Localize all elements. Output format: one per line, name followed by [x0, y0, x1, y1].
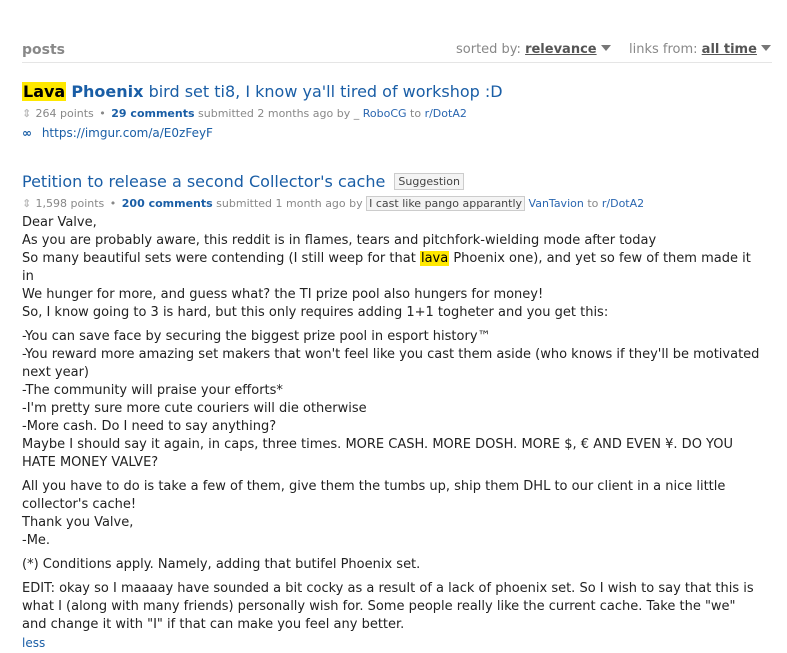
body-line: All you have to do is take a few of them…	[22, 479, 726, 512]
posts-header: posts sorted by: relevance links from: a…	[22, 36, 772, 63]
author-link[interactable]: VanTavion	[529, 197, 584, 210]
body-line: We hunger for more, and guess what? the …	[22, 287, 544, 302]
body-line: So many beautiful sets were contending (…	[22, 251, 751, 284]
post-meta: ⇕ 1,598 points • 200 comments submitted …	[22, 196, 645, 212]
subreddit-link[interactable]: r/DotA2	[602, 197, 644, 210]
submitted-text: submitted 1 month ago by	[216, 197, 363, 210]
author-link[interactable]: RoboCG	[363, 107, 407, 120]
highlight-term: lava	[419, 251, 450, 266]
body-line: EDIT: okay so I maaaay have sounded a bi…	[22, 581, 754, 632]
author-prefix: _	[353, 107, 360, 120]
body-line: Thank you Valve,	[22, 515, 134, 530]
post-body: Dear Valve, As you are probably aware, t…	[22, 214, 762, 653]
link-flair: Suggestion	[394, 173, 464, 190]
time-filter-dropdown[interactable]: links from: all time	[629, 42, 771, 57]
title-text[interactable]: Petition to release a second Collector's…	[22, 172, 385, 191]
title-text[interactable]: bird set ti8, I know ya'll tired of work…	[149, 82, 503, 101]
body-line: -You can save face by securing the bigge…	[22, 329, 491, 344]
time-filter-value[interactable]: all time	[702, 42, 757, 57]
to-label: to	[410, 107, 422, 120]
caret-down-icon[interactable]	[600, 45, 611, 51]
body-line: -More cash. Do I need to say anything?	[22, 419, 277, 434]
comments-link[interactable]: 29 comments	[111, 107, 194, 120]
post-meta: ⇕ 264 points • 29 comments submitted 2 m…	[22, 106, 467, 122]
post-url[interactable]: https://imgur.com/a/E0zFeyF	[42, 126, 213, 140]
points: 264 points	[35, 107, 94, 120]
body-line: So, I know going to 3 is hard, but this …	[22, 305, 609, 320]
body-line: -The community will praise your efforts*	[22, 383, 283, 398]
link-icon: ∞	[22, 126, 32, 140]
caret-down-icon[interactable]	[760, 45, 771, 51]
body-line: As you are probably aware, this reddit i…	[22, 233, 657, 248]
body-line: -You reward more amazing set makers that…	[22, 347, 760, 380]
sort-label: sorted by:	[456, 42, 521, 57]
posts-heading: posts	[22, 42, 65, 58]
body-line: -Me.	[22, 533, 51, 548]
search-result-post: Petition to release a second Collector's…	[22, 170, 762, 653]
post-url-row[interactable]: ∞ https://imgur.com/a/E0zFeyF	[22, 126, 762, 140]
sort-dropdown[interactable]: sorted by: relevance	[456, 42, 611, 57]
body-line: Maybe I should say it again, in caps, th…	[22, 437, 734, 470]
search-result-post: Lava Phoenix bird set ti8, I know ya'll …	[22, 80, 762, 140]
to-label: to	[587, 197, 599, 210]
less-link[interactable]: less	[22, 636, 45, 650]
vote-arrows-icon[interactable]: ⇕	[22, 196, 32, 212]
subreddit-link[interactable]: r/DotA2	[425, 107, 467, 120]
highlight-term[interactable]: Lava	[22, 82, 67, 101]
vote-arrows-icon[interactable]: ⇕	[22, 106, 32, 122]
body-line: Dear Valve,	[22, 215, 97, 230]
points: 1,598 points	[35, 197, 105, 210]
comments-link[interactable]: 200 comments	[122, 197, 213, 210]
time-filter-label: links from:	[629, 42, 698, 57]
submitted-text: submitted 2 months ago by	[198, 107, 351, 120]
body-line: -I'm pretty sure more cute couriers will…	[22, 401, 367, 416]
post-title-link[interactable]: Lava Phoenix bird set ti8, I know ya'll …	[22, 80, 762, 104]
user-flair: I cast like pango apparantly	[366, 196, 526, 211]
title-word[interactable]: Phoenix	[71, 82, 143, 101]
sort-value[interactable]: relevance	[525, 42, 597, 57]
body-line: (*) Conditions apply. Namely, adding tha…	[22, 557, 421, 572]
post-title-link[interactable]: Petition to release a second Collector's…	[22, 170, 762, 194]
